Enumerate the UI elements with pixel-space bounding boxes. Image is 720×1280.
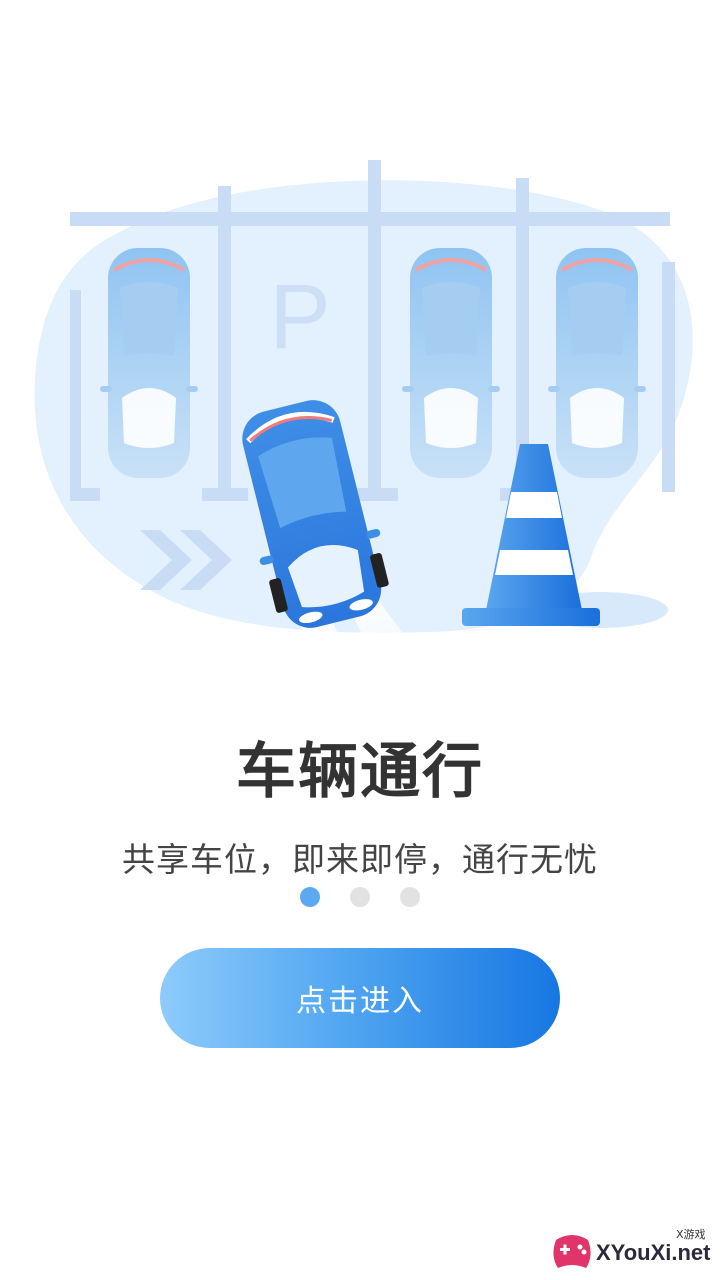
parking-illustration: P: [34, 160, 693, 742]
parked-car-icon: [548, 248, 646, 478]
parking-sign-icon: P: [269, 266, 330, 368]
enter-button[interactable]: 点击进入: [160, 948, 560, 1048]
watermark-brand: XYouXi.net: [596, 1240, 711, 1265]
page-title: 车辆通行: [236, 737, 484, 807]
page-subtitle: 共享车位，即来即停，通行无忧: [122, 840, 598, 879]
page-dot[interactable]: [350, 887, 370, 907]
page-dot[interactable]: [400, 887, 420, 907]
parked-car-icon: [402, 248, 500, 478]
page-dot-active[interactable]: [300, 887, 320, 907]
onboarding-screen: P 车辆通行 共享车位，即来即停，通行无忧 点击进入 X游戏 XYouXi.ne…: [0, 0, 720, 1280]
gamepad-logo-icon: [553, 1235, 591, 1268]
watermark-logo: X游戏 XYouXi.net: [548, 1222, 720, 1280]
parked-car-icon: [100, 248, 198, 478]
page-indicator: [0, 887, 720, 907]
